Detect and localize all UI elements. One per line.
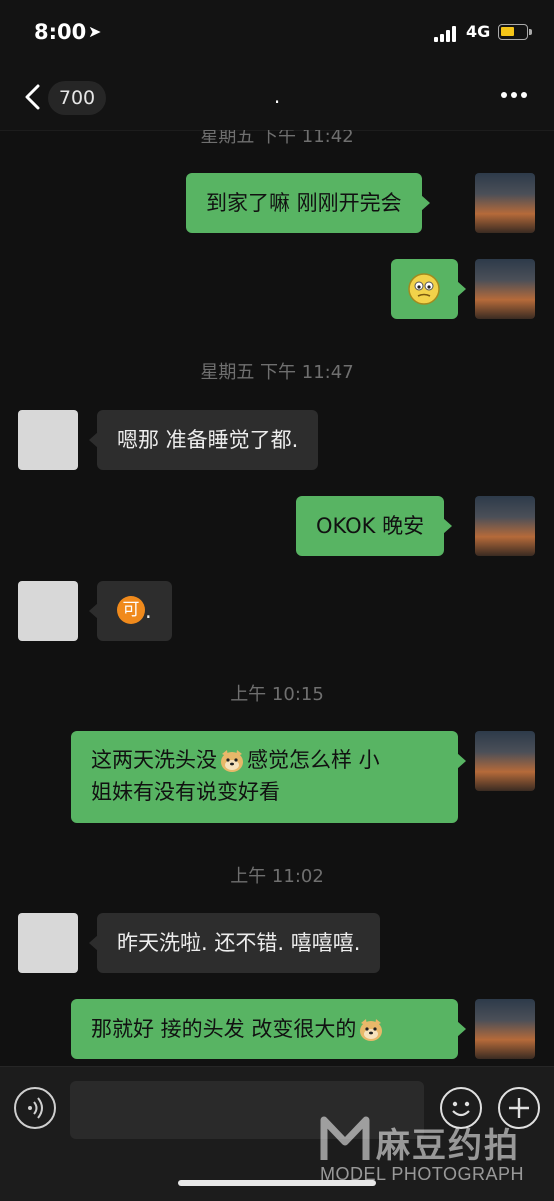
message-bubble-received[interactable]: 可. [89,581,172,641]
message-text: . [145,599,152,623]
status-bar: 8:00 ➤ 4G [0,0,554,64]
timestamp: 星期五 下午 11:47 [200,362,354,383]
message-bubble-sent[interactable]: 到家了嘛 刚刚开完会 [186,173,430,233]
more-icon[interactable] [500,90,528,100]
watermark-brand: 麻豆约拍 [376,1126,520,1166]
avatar-self[interactable] [475,259,535,319]
message-list[interactable]: 星期五 下午 11:42 到家了嘛 刚刚开完会 星期五 下午 11:47 嗯那 … [0,130,554,1066]
home-indicator [178,1180,376,1186]
avatar-self[interactable] [475,731,535,791]
watermark-logo [320,1116,370,1160]
doge-emoji-icon [221,750,243,772]
message-bubble-sent[interactable]: OKOK 晚安 [296,496,453,556]
network-type: 4G [466,22,491,41]
voice-icon[interactable] [14,1087,56,1129]
message-bubble-sent[interactable]: 这两天洗头没 感觉怎么样 小 姐妹有没有说变好看 [71,731,466,823]
chat-title: . [273,84,281,108]
chat-header: 700 . [0,64,554,131]
message-text: 姐妹有没有说变好看 [91,780,280,804]
status-time: 8:00 [34,20,87,44]
location-arrow-icon: ➤ [88,22,102,41]
avatar-contact[interactable] [18,410,78,470]
battery-icon [498,24,532,40]
message-bubble-sent[interactable] [391,259,466,319]
message-text: OKOK 晚安 [316,514,425,538]
avatar-self[interactable] [475,999,535,1059]
timestamp: 上午 11:02 [230,866,324,887]
message-text: 嗯那 准备睡觉了都. [117,428,299,452]
message-text: 那就好 接的头发 改变很大的 [91,1017,357,1041]
timestamp: 上午 10:15 [230,684,324,705]
avatar-contact[interactable] [18,913,78,973]
message-text: 这两天洗头没 [91,748,217,772]
avatar-self[interactable] [475,173,535,233]
message-text: 昨天洗啦. 还不错. 嘻嘻嘻. [117,931,361,955]
message-bubble-sent[interactable]: 那就好 接的头发 改变很大的 [71,999,466,1059]
message-text: 感觉怎么样 小 [247,748,380,772]
avatar-self[interactable] [475,496,535,556]
ke-emoji-icon: 可 [117,596,145,624]
message-bubble-received[interactable]: 嗯那 准备睡觉了都. [88,410,319,470]
timestamp: 星期五 下午 11:42 [200,130,354,147]
watermark: 麻豆约拍 MODEL PHOTOGRAPH [320,1108,554,1200]
avatar-contact[interactable] [18,581,78,641]
signal-icon [434,26,460,42]
message-bubble-received[interactable]: 昨天洗啦. 还不错. 嘻嘻嘻. [88,913,381,973]
sticker-icon [408,273,440,305]
message-text: 到家了嘛 刚刚开完会 [206,191,402,215]
doge-emoji-icon [360,1019,383,1041]
